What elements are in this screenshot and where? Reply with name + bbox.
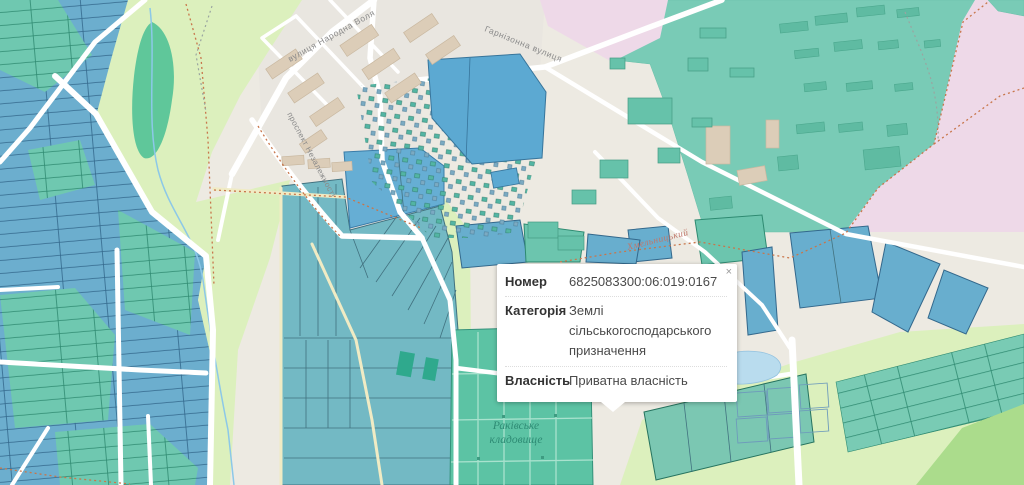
popup-label-number: Номер bbox=[505, 272, 569, 292]
popup-value-category: Землі сільськогосподарського призначення bbox=[569, 301, 727, 361]
cadastral-map-canvas[interactable]: вулиця Народна Воля Гарнізонна вулиця пр… bbox=[0, 0, 1024, 485]
popup-close-button[interactable]: × bbox=[726, 267, 732, 278]
popup-row-category: Категорія Землі сільськогосподарського п… bbox=[505, 296, 727, 365]
popup-value-number: 6825083300:06:019:0167 bbox=[569, 272, 727, 292]
popup-row-number: Номер 6825083300:06:019:0167 bbox=[505, 268, 727, 296]
popup-label-ownership: Власність bbox=[505, 371, 569, 391]
popup-value-ownership: Приватна власність bbox=[569, 371, 727, 391]
popup-row-ownership: Власність Приватна власність bbox=[505, 366, 727, 395]
parcel-info-popup: × Номер 6825083300:06:019:0167 Категорія… bbox=[497, 264, 737, 402]
popup-label-category: Категорія bbox=[505, 301, 569, 361]
popup-arrow bbox=[601, 402, 625, 412]
cemetery-label-line1: Раківське bbox=[492, 420, 539, 432]
cemetery-label-line2: кладовище bbox=[490, 434, 543, 446]
